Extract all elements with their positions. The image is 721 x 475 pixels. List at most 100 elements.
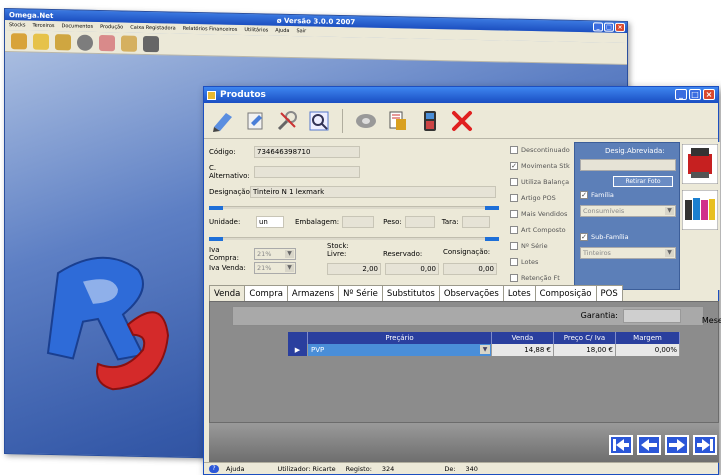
checkbox-descontinuado[interactable]: Descontinuado — [510, 146, 570, 154]
tab-pos[interactable]: POS — [595, 285, 623, 301]
tara-field[interactable] — [461, 216, 490, 228]
iva-compra-select[interactable]: 21% ▼ — [254, 248, 296, 260]
livre-label: Livre: — [327, 250, 347, 258]
cartridge-photo-icon[interactable] — [682, 190, 718, 230]
cell-margem[interactable]: 0,00% — [616, 344, 680, 356]
produtos-titlebar: Produtos _ □ × — [204, 87, 718, 103]
edit-icon[interactable] — [210, 108, 236, 134]
menu-documentos[interactable]: Documentos — [62, 23, 94, 30]
chevron-down-icon[interactable]: ▼ — [665, 207, 674, 215]
unidade-field[interactable]: un — [256, 216, 284, 228]
iva-venda-select[interactable]: 21% ▼ — [254, 262, 296, 274]
chevron-down-icon[interactable]: ▼ — [665, 249, 674, 257]
tab-compra[interactable]: Compra — [244, 285, 288, 301]
checkbox-label: Sub-Família — [591, 233, 629, 241]
tab-venda[interactable]: Venda — [209, 285, 246, 302]
help-icon: ? — [209, 464, 219, 473]
sub-familia-select[interactable]: Tinteiros ▼ — [580, 247, 676, 259]
print-icon[interactable] — [385, 108, 411, 134]
retirar-foto-button[interactable]: Retirar Foto — [613, 176, 673, 187]
menu-producao[interactable]: Produção — [100, 24, 123, 30]
close-button[interactable]: × — [703, 89, 715, 100]
next-icon[interactable] — [665, 435, 689, 455]
menu-relatorios[interactable]: Relatórios Financeiros — [183, 26, 238, 33]
delete-icon[interactable] — [449, 108, 475, 134]
tab-observacoes[interactable]: Observações — [438, 285, 504, 301]
c-alternativo-field[interactable] — [254, 166, 360, 178]
checkbox-n-serie[interactable]: Nº Série — [510, 242, 548, 250]
last-icon[interactable] — [693, 435, 717, 455]
menu-ajuda[interactable]: Ajuda — [275, 28, 289, 34]
tab-armazens[interactable]: Armazens — [286, 285, 340, 301]
consignacao-field[interactable]: 0,00 — [443, 263, 497, 275]
menu-utilitarios[interactable]: Utilitários — [244, 27, 268, 34]
tab-n-serie[interactable]: Nº Série — [338, 285, 383, 301]
table-row[interactable]: ▶ PVP ▼ 14,88 € 18,00 € 0,00% — [288, 344, 680, 356]
checkbox-familia[interactable]: ✓ Família — [580, 191, 614, 199]
desig-abreviada-label: Desig.Abreviada: — [605, 147, 665, 155]
maximize-button[interactable]: □ — [689, 89, 701, 100]
checkbox-utiliza-balanca[interactable]: Utiliza Balança — [510, 178, 569, 186]
column-header-venda[interactable]: Venda — [492, 332, 554, 344]
peso-field[interactable] — [404, 216, 435, 228]
search-icon[interactable] — [306, 108, 332, 134]
reservado-field[interactable]: 0,00 — [385, 263, 439, 275]
checkbox-artigo-pos[interactable]: Artigo POS — [510, 194, 556, 202]
pencil-icon[interactable] — [121, 34, 137, 52]
user-icon[interactable] — [77, 34, 93, 51]
desig-abreviada-field[interactable] — [580, 159, 676, 171]
minimize-button[interactable]: _ — [675, 89, 687, 100]
chevron-down-icon[interactable]: ▼ — [285, 250, 294, 258]
cell-precario[interactable]: PVP ▼ — [308, 344, 492, 356]
garantia-field[interactable] — [623, 309, 681, 323]
tab-composicao[interactable]: Composição — [534, 285, 597, 301]
livre-field[interactable]: 2,00 — [327, 263, 381, 275]
checkbox-box — [510, 210, 518, 218]
printer-icon[interactable] — [143, 35, 159, 52]
checkbox-label: Artigo POS — [521, 194, 556, 202]
first-icon[interactable] — [609, 435, 633, 455]
checkbox-sub-familia[interactable]: ✓ Sub-Família — [580, 233, 629, 241]
checkbox-movimenta-stk[interactable]: ✓ Movimenta Stk — [510, 162, 570, 170]
people-icon[interactable] — [33, 33, 49, 50]
grid-header-blank — [288, 332, 308, 344]
maximize-button[interactable]: □ — [604, 22, 614, 32]
designacao-field[interactable]: Tinteiro N 1 lexmark — [250, 186, 496, 198]
minimize-button[interactable]: _ — [593, 22, 603, 32]
previous-icon[interactable] — [637, 435, 661, 455]
printer-photo-icon[interactable] — [682, 144, 718, 184]
chevron-down-icon[interactable]: ▼ — [285, 264, 294, 272]
familia-select[interactable]: Consumíveis ▼ — [580, 205, 676, 217]
status-de-label: De: — [444, 464, 456, 473]
price-grid: Preçário Venda Preço C/ Iva Margem ▶ PVP… — [288, 332, 680, 356]
embalagem-field[interactable] — [342, 216, 375, 228]
checkbox-mais-vendidos[interactable]: Mais Vendidos — [510, 210, 567, 218]
new-icon[interactable] — [242, 108, 268, 134]
menu-terceiros[interactable]: Terceiros — [32, 23, 54, 29]
tab-substitutos[interactable]: Substitutos — [381, 285, 440, 301]
gears-icon[interactable] — [55, 33, 71, 50]
tab-lotes[interactable]: Lotes — [502, 285, 536, 301]
tape-icon[interactable] — [353, 108, 379, 134]
column-header-preco-iva[interactable]: Preço C/ Iva — [554, 332, 616, 344]
checkbox-art-composto[interactable]: Art Composto — [510, 226, 566, 234]
column-header-margem[interactable]: Margem — [616, 332, 680, 344]
checkbox-retencao-ft[interactable]: Retenção Ft — [510, 274, 560, 282]
checkbox-lotes[interactable]: Lotes — [510, 258, 538, 266]
window-app-icon — [207, 90, 216, 100]
box-icon[interactable] — [11, 32, 27, 49]
chevron-down-icon[interactable]: ▼ — [480, 345, 490, 354]
checkbox-label: Família — [591, 191, 614, 199]
menu-stocks[interactable]: Stocks — [9, 22, 25, 28]
tools-icon[interactable] — [274, 108, 300, 134]
cell-venda[interactable]: 14,88 € — [492, 344, 554, 356]
eraser-icon[interactable] — [99, 34, 115, 51]
menu-caixa[interactable]: Caixa Registadora — [130, 25, 175, 32]
codigo-field[interactable]: 734646398710 — [254, 146, 360, 158]
column-header-precario[interactable]: Preçário — [308, 332, 492, 344]
calculator-icon[interactable] — [417, 108, 443, 134]
close-button[interactable]: × — [615, 22, 625, 33]
menu-sair[interactable]: Sair — [296, 28, 306, 34]
help-item[interactable]: ? Ajuda — [204, 464, 254, 473]
cell-preco-iva[interactable]: 18,00 € — [554, 344, 616, 356]
